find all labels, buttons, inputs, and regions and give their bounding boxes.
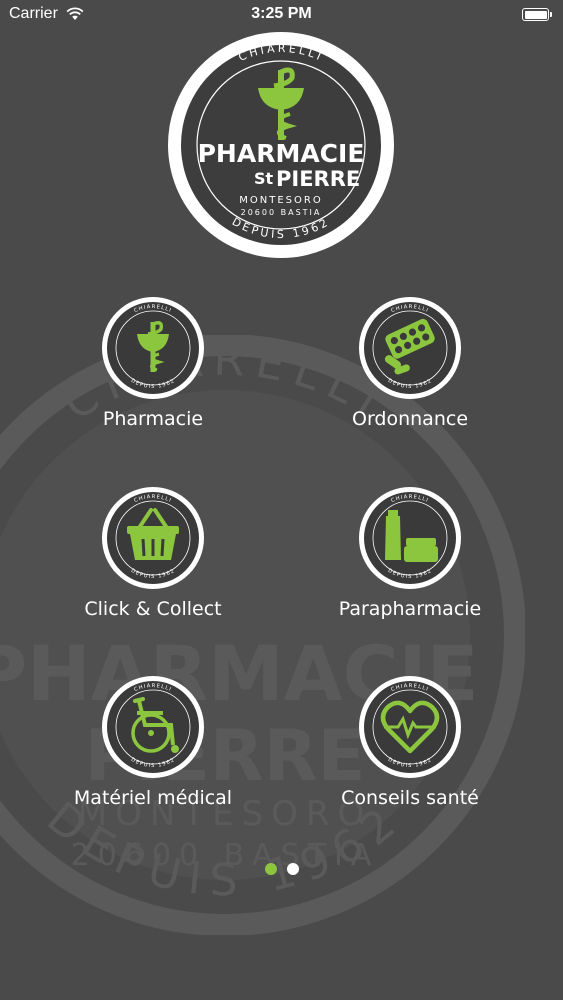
menu-badge: CHIARELLIDEPUIS 1962 bbox=[359, 676, 461, 778]
menu-item-label: Parapharmacie bbox=[338, 598, 482, 620]
menu-item-ordonnance[interactable]: CHIARELLI DEPUIS 1962 Ordonnance bbox=[280, 296, 540, 456]
logo-locality: MONTESORO bbox=[239, 195, 322, 206]
logo-postal: 20600 BASTIA bbox=[241, 208, 322, 217]
menu-item-label: Pharmacie bbox=[102, 408, 204, 430]
logo-name-line2: PIERRE bbox=[276, 167, 360, 191]
menu-badge: CHIARELLIDEPUIS 1962 bbox=[359, 487, 461, 589]
menu-item-label: Ordonnance bbox=[351, 408, 469, 430]
menu-item-pharmacie[interactable]: CHIARELLI DEPUIS 1962 Pharmacie bbox=[23, 296, 283, 456]
menu-item-click-collect[interactable]: CHIARELLI DEPUIS 1962 Click & Collect bbox=[23, 486, 283, 646]
menu-item-conseils-sante[interactable]: CHIARELLI DEPUIS 1962 Conseils santé bbox=[280, 675, 540, 835]
status-time: 3:25 PM bbox=[251, 5, 312, 22]
logo-name-line1: PHARMACIE bbox=[198, 139, 365, 168]
page-dot-active[interactable] bbox=[264, 863, 277, 875]
menu-badge: CHIARELLIDEPUIS 1962 bbox=[102, 487, 204, 589]
battery-icon bbox=[522, 8, 552, 21]
menu-badge: CHIARELLIDEPUIS 1962 bbox=[359, 297, 461, 399]
page-dot[interactable] bbox=[286, 863, 299, 875]
page-indicator bbox=[0, 860, 563, 879]
menu-item-label: Conseils santé bbox=[341, 787, 479, 809]
logo-abbrev: St bbox=[254, 169, 274, 188]
menu-item-materiel-medical[interactable]: CHIARELLI DEPUIS 1962 Matériel médical bbox=[23, 675, 283, 835]
menu-badge: CHIARELLIDEPUIS 1962 bbox=[102, 297, 204, 399]
menu-badge: CHIARELLIDEPUIS 1962 bbox=[102, 676, 204, 778]
pharmacy-logo: CHIARELLI DEPUIS 1962 PHARMACIE St PIERR… bbox=[168, 32, 394, 258]
menu-item-label: Click & Collect bbox=[84, 598, 222, 620]
menu-item-label: Matériel médical bbox=[73, 787, 233, 809]
menu-item-parapharmacie[interactable]: CHIARELLI DEPUIS 1962 Parapharmacie bbox=[280, 486, 540, 646]
status-bar: Carrier 3:25 PM bbox=[0, 0, 563, 30]
